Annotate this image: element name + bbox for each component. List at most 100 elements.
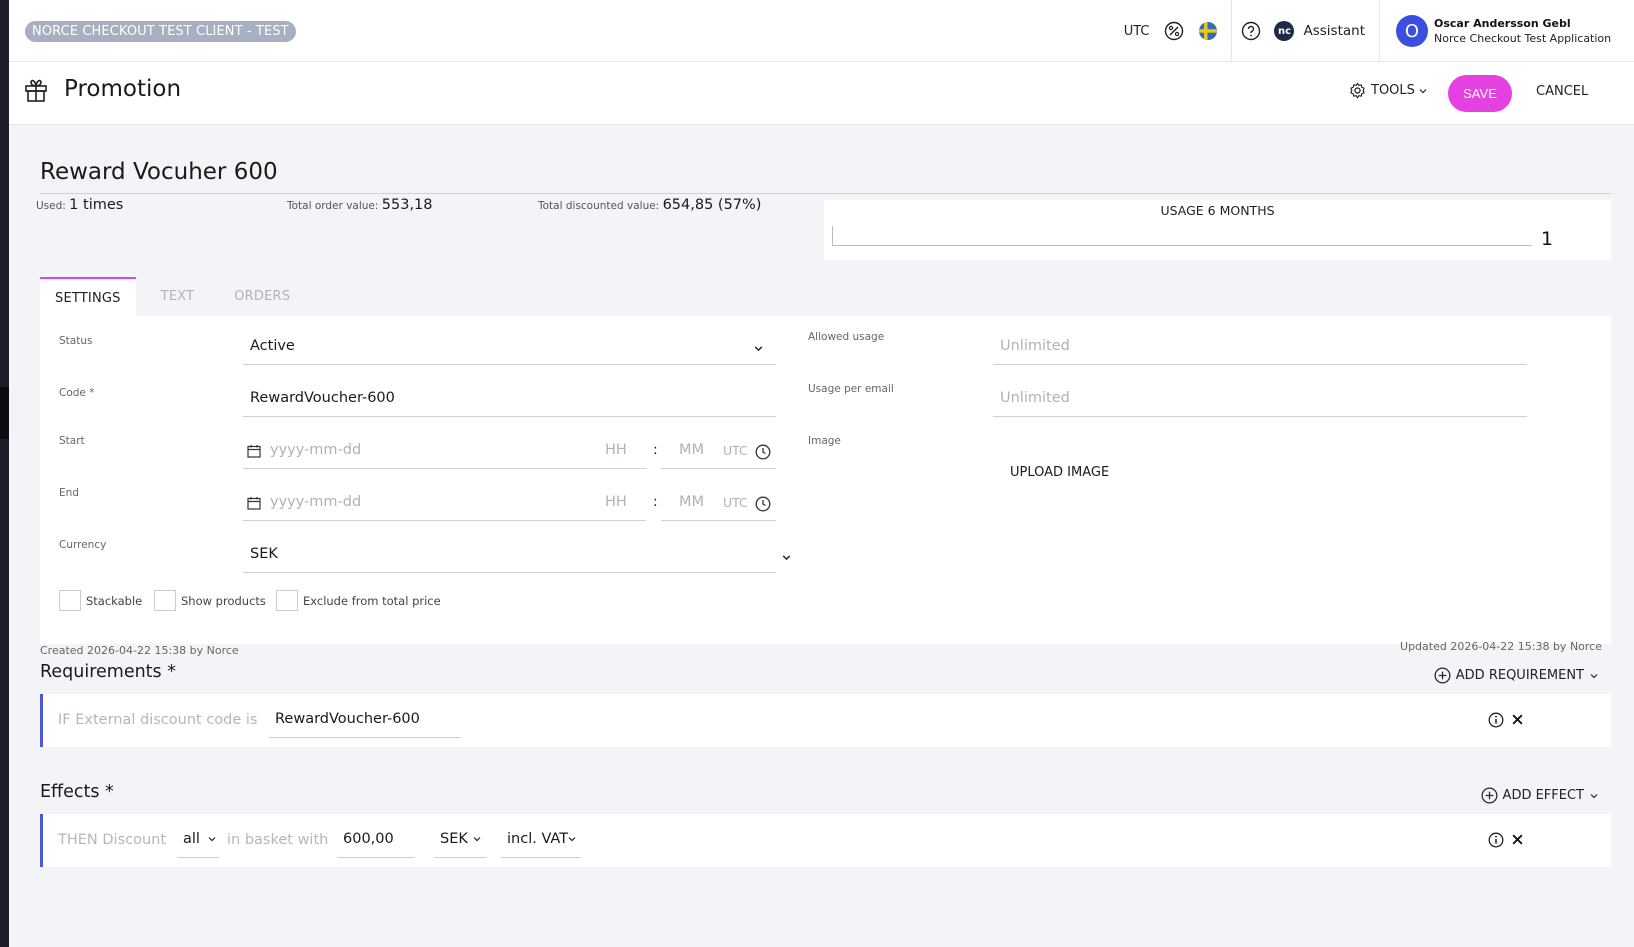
user-avatar[interactable]: O <box>1396 15 1428 47</box>
chevron-down-icon <box>473 837 481 842</box>
currency-value: SEK <box>250 546 278 562</box>
requirement-code-value: RewardVoucher-600 <box>275 711 420 727</box>
info-icon[interactable] <box>1488 712 1504 728</box>
usage-chart-value: 1 <box>1541 228 1554 250</box>
tab-text[interactable]: TEXT <box>146 277 210 316</box>
save-button[interactable]: SAVE <box>1448 75 1512 112</box>
percent-icon[interactable] <box>1163 20 1185 42</box>
usage-chart-title: USAGE 6 MONTHS <box>1160 203 1275 218</box>
effect-currency-select[interactable]: SEK <box>434 814 487 858</box>
end-minute-input[interactable]: MM UTC <box>661 482 776 521</box>
show-products-label[interactable]: Show products <box>181 594 266 608</box>
show-products-checkbox[interactable] <box>154 590 176 611</box>
tab-orders[interactable]: ORDERS <box>219 277 305 316</box>
user-application: Norce Checkout Test Application <box>1434 32 1612 45</box>
settings-panel: Status Active Code * RewardVoucher-600 S… <box>40 316 1611 644</box>
help-icon[interactable] <box>1240 20 1262 42</box>
gear-icon <box>1350 82 1365 99</box>
page-title-bar: Promotion TOOLS SAVE CANCEL <box>9 62 1634 125</box>
close-icon[interactable] <box>1511 713 1524 726</box>
allowed-usage-placeholder: Unlimited <box>1000 338 1070 354</box>
exclude-total-label[interactable]: Exclude from total price <box>303 594 441 608</box>
separator <box>1379 0 1380 62</box>
used-label: Used: <box>36 200 66 212</box>
clock-icon[interactable] <box>755 496 771 512</box>
close-icon[interactable] <box>1511 833 1524 846</box>
start-hour-placeholder[interactable]: HH <box>605 442 627 458</box>
currency-select[interactable]: SEK <box>243 534 776 573</box>
cancel-button[interactable]: CANCEL <box>1536 84 1588 99</box>
end-hour-placeholder[interactable]: HH <box>605 494 627 510</box>
requirements-title: Requirements * <box>40 662 176 682</box>
tools-menu[interactable]: TOOLS <box>1349 82 1433 99</box>
total-order-label: Total order value: <box>287 200 379 212</box>
promotion-name[interactable]: Reward Vocuher 600 <box>40 159 278 185</box>
allowed-usage-label: Allowed usage <box>808 331 885 343</box>
add-requirement-button[interactable]: ADD REQUIREMENT <box>1434 667 1604 684</box>
add-effect-label: ADD EFFECT <box>1502 788 1584 803</box>
usage-chart-axis <box>832 226 1532 246</box>
add-effect-button[interactable]: ADD EFFECT <box>1481 787 1604 804</box>
start-minute-input[interactable]: MM UTC <box>661 430 776 469</box>
requirement-row: IF External discount code is RewardVouch… <box>40 694 1611 747</box>
effect-currency-value: SEK <box>440 831 468 847</box>
start-tz-label: UTC <box>723 443 748 458</box>
calendar-icon <box>247 497 261 510</box>
assistant-link[interactable]: Assistant <box>1303 23 1365 39</box>
usage-per-email-input[interactable]: Unlimited <box>993 378 1527 417</box>
usage-chart: USAGE 6 MONTHS 1 <box>824 200 1611 260</box>
separator <box>1231 0 1233 62</box>
end-date-input[interactable]: yyyy-mm-dd HH <box>243 482 646 521</box>
user-info[interactable]: Oscar Andersson Gebl Norce Checkout Test… <box>1434 16 1634 46</box>
start-date-placeholder: yyyy-mm-dd <box>270 442 362 458</box>
status-select[interactable]: Active <box>243 326 776 365</box>
info-icon[interactable] <box>1488 832 1504 848</box>
timezone-label[interactable]: UTC <box>1124 24 1150 39</box>
exclude-total-checkbox[interactable] <box>276 590 298 611</box>
currency-label: Currency <box>59 539 107 551</box>
effect-amount-input[interactable]: 600,00 <box>337 814 415 858</box>
image-label: Image <box>808 435 841 447</box>
start-time-separator: : <box>653 442 658 458</box>
chevron-down-icon <box>754 346 763 352</box>
start-date-input[interactable]: yyyy-mm-dd HH <box>243 430 646 469</box>
tab-settings[interactable]: SETTINGS <box>40 277 136 316</box>
effect-amount-value: 600,00 <box>343 831 394 847</box>
stackable-checkbox[interactable] <box>59 590 81 611</box>
end-tz-label: UTC <box>723 495 748 510</box>
effect-scope-select[interactable]: all <box>177 814 219 858</box>
stackable-label[interactable]: Stackable <box>86 594 142 608</box>
requirement-code-input[interactable]: RewardVoucher-600 <box>269 694 461 738</box>
effect-row: THEN Discount all in basket with 600,00 … <box>40 814 1611 867</box>
usage-per-email-placeholder: Unlimited <box>1000 390 1070 406</box>
left-edge-handle <box>0 387 9 439</box>
tools-label: TOOLS <box>1371 83 1415 98</box>
top-right-controls: UTC nc Assistant O Oscar Andersson Gebl … <box>1124 0 1634 62</box>
upload-image-button[interactable]: UPLOAD IMAGE <box>1010 465 1109 480</box>
clock-icon[interactable] <box>755 444 771 460</box>
chevron-down-icon[interactable] <box>781 552 792 563</box>
app: NORCE CHECKOUT TEST CLIENT - TEST UTC nc… <box>9 0 1634 947</box>
chevron-down-icon <box>568 837 576 842</box>
add-requirement-label: ADD REQUIREMENT <box>1455 668 1584 683</box>
start-label: Start <box>59 435 85 447</box>
end-minute-placeholder: MM <box>679 494 705 510</box>
usage-per-email-label: Usage per email <box>808 383 894 395</box>
code-label: Code * <box>59 387 95 399</box>
assistant-icon[interactable]: nc <box>1274 21 1295 41</box>
gift-icon <box>23 77 49 107</box>
top-bar: NORCE CHECKOUT TEST CLIENT - TEST UTC nc… <box>9 0 1634 62</box>
end-label: End <box>59 487 79 499</box>
allowed-usage-input[interactable]: Unlimited <box>993 326 1527 365</box>
effect-vat-value: incl. VAT <box>507 831 569 847</box>
effect-vat-select[interactable]: incl. VAT <box>501 814 581 858</box>
used-stat: Used: 1 times <box>36 197 123 213</box>
code-input[interactable]: RewardVoucher-600 <box>243 378 776 417</box>
chevron-down-icon <box>1590 793 1598 798</box>
chevron-down-icon <box>208 837 216 842</box>
sweden-flag-icon[interactable] <box>1197 20 1219 42</box>
total-discounted-stat: Total discounted value: 654,85 (57%) <box>538 197 761 213</box>
plus-circle-icon <box>1434 667 1451 684</box>
calendar-icon <box>247 445 261 458</box>
status-value: Active <box>250 338 295 354</box>
